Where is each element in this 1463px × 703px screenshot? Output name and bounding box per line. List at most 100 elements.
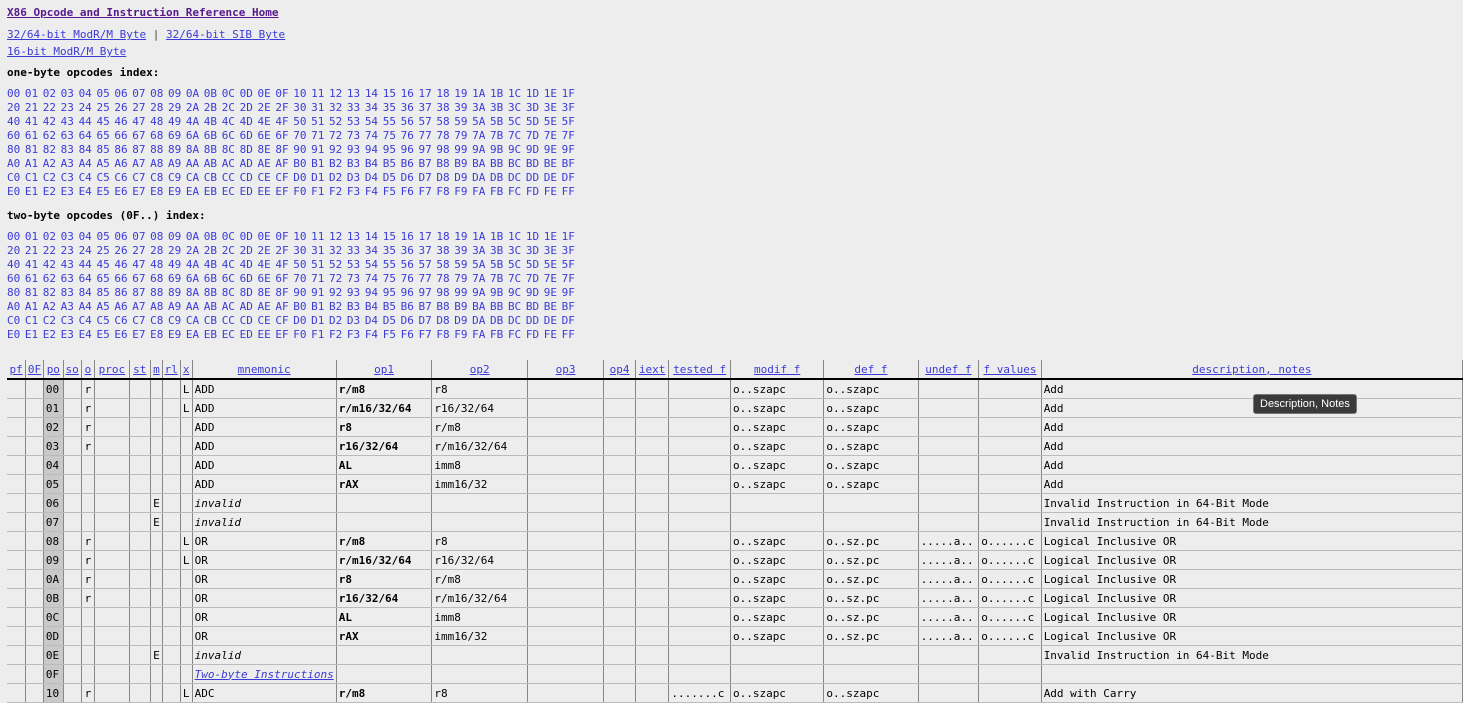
opcode-link[interactable]: A2 <box>43 300 56 313</box>
opcode-link[interactable]: 98 <box>436 286 449 299</box>
opcode-link[interactable]: 70 <box>293 272 306 285</box>
opcode-link[interactable]: FF <box>562 185 575 198</box>
column-header[interactable]: m <box>150 360 163 380</box>
opcode-link[interactable]: 2B <box>204 101 217 114</box>
opcode-link[interactable]: 52 <box>329 115 342 128</box>
opcode-link[interactable]: 1C <box>508 87 521 100</box>
opcode-link[interactable]: B4 <box>365 157 378 170</box>
opcode-link[interactable]: FA <box>472 185 485 198</box>
column-header-link[interactable]: 0F <box>28 363 41 376</box>
opcode-link[interactable]: FF <box>562 328 575 341</box>
opcode-link[interactable]: E5 <box>96 328 109 341</box>
opcode-link[interactable]: 85 <box>96 143 109 156</box>
opcode-link[interactable]: AD <box>240 157 253 170</box>
opcode-link[interactable]: BA <box>472 300 485 313</box>
opcode-link[interactable]: E3 <box>61 328 74 341</box>
opcode-link[interactable]: D9 <box>454 171 467 184</box>
opcode-link[interactable]: C2 <box>43 314 56 327</box>
opcode-link[interactable]: BF <box>562 300 575 313</box>
opcode-link[interactable]: 57 <box>418 258 431 271</box>
opcode-link[interactable]: 5E <box>544 115 557 128</box>
opcode-link[interactable]: E6 <box>114 185 127 198</box>
opcode-link[interactable]: B9 <box>454 300 467 313</box>
opcode-link[interactable]: E4 <box>79 185 92 198</box>
opcode-link[interactable]: D8 <box>436 171 449 184</box>
opcode-link[interactable]: CF <box>275 171 288 184</box>
opcode-link[interactable]: 64 <box>79 272 92 285</box>
opcode-link[interactable]: 9E <box>544 143 557 156</box>
opcode-link[interactable]: 30 <box>293 101 306 114</box>
opcode-link[interactable]: 99 <box>454 143 467 156</box>
opcode-link[interactable]: CA <box>186 314 199 327</box>
opcode-link[interactable]: BD <box>526 300 539 313</box>
column-header[interactable]: undef f <box>918 360 980 380</box>
opcode-link[interactable]: AE <box>257 300 270 313</box>
opcode-link[interactable]: A9 <box>168 157 181 170</box>
opcode-link[interactable]: B8 <box>436 300 449 313</box>
opcode-link[interactable]: 43 <box>61 258 74 271</box>
opcode-link[interactable]: 9B <box>490 143 503 156</box>
opcode-link[interactable]: 65 <box>96 129 109 142</box>
column-header[interactable]: op2 <box>431 360 529 380</box>
opcode-link[interactable]: 9B <box>490 286 503 299</box>
opcode-link[interactable]: 1B <box>490 87 503 100</box>
opcode-link[interactable]: 6F <box>275 129 288 142</box>
opcode-link[interactable]: 74 <box>365 272 378 285</box>
opcode-link[interactable]: F4 <box>365 328 378 341</box>
opcode-link[interactable]: A0 <box>7 300 20 313</box>
opcode-link[interactable]: 67 <box>132 272 145 285</box>
opcode-link[interactable]: DE <box>544 171 557 184</box>
opcode-link[interactable]: 11 <box>311 230 324 243</box>
column-header-link[interactable]: o <box>85 363 92 376</box>
opcode-link[interactable]: 7B <box>490 272 503 285</box>
opcode-link[interactable]: AF <box>275 300 288 313</box>
opcode-link[interactable]: FA <box>472 328 485 341</box>
column-header[interactable]: tested f <box>668 360 731 380</box>
opcode-link[interactable]: D7 <box>418 171 431 184</box>
opcode-link[interactable]: E1 <box>25 185 38 198</box>
opcode-link[interactable]: CB <box>204 314 217 327</box>
opcode-link[interactable]: 7A <box>472 272 485 285</box>
opcode-link[interactable]: 20 <box>7 244 20 257</box>
opcode-link[interactable]: 7A <box>472 129 485 142</box>
opcode-link[interactable]: F5 <box>383 185 396 198</box>
opcode-link[interactable]: FD <box>526 328 539 341</box>
opcode-link[interactable]: E0 <box>7 328 20 341</box>
opcode-link[interactable]: 79 <box>454 129 467 142</box>
opcode-link[interactable]: 6E <box>257 272 270 285</box>
opcode-link[interactable]: 93 <box>347 286 360 299</box>
opcode-link[interactable]: E9 <box>168 328 181 341</box>
opcode-link[interactable]: 63 <box>61 129 74 142</box>
opcode-link[interactable]: 5C <box>508 258 521 271</box>
opcode-link[interactable]: 47 <box>132 258 145 271</box>
opcode-link[interactable]: 6F <box>275 272 288 285</box>
opcode-link[interactable]: 46 <box>114 115 127 128</box>
opcode-link[interactable]: 97 <box>418 143 431 156</box>
opcode-link[interactable]: BC <box>508 157 521 170</box>
opcode-link[interactable]: 64 <box>79 129 92 142</box>
opcode-link[interactable]: 27 <box>132 244 145 257</box>
opcode-link[interactable]: A8 <box>150 157 163 170</box>
opcode-link[interactable]: 69 <box>168 129 181 142</box>
opcode-link[interactable]: A6 <box>114 300 127 313</box>
column-header[interactable]: op1 <box>336 360 433 380</box>
opcode-link[interactable]: F8 <box>436 328 449 341</box>
opcode-link[interactable]: 0D <box>240 230 253 243</box>
opcode-link[interactable]: 28 <box>150 101 163 114</box>
opcode-link[interactable]: CE <box>257 314 270 327</box>
opcode-link[interactable]: 97 <box>418 286 431 299</box>
opcode-link[interactable]: 16 <box>401 230 414 243</box>
opcode-link[interactable]: 9E <box>544 286 557 299</box>
opcode-link[interactable]: A4 <box>79 157 92 170</box>
opcode-link[interactable]: 3C <box>508 101 521 114</box>
column-header-link[interactable]: so <box>65 363 78 376</box>
opcode-link[interactable]: F0 <box>293 185 306 198</box>
opcode-link[interactable]: 74 <box>365 129 378 142</box>
opcode-link[interactable]: 90 <box>293 286 306 299</box>
opcode-link[interactable]: 2D <box>240 244 253 257</box>
opcode-link[interactable]: 1E <box>544 230 557 243</box>
opcode-link[interactable]: 75 <box>383 129 396 142</box>
opcode-link[interactable]: 90 <box>293 143 306 156</box>
opcode-link[interactable]: B3 <box>347 300 360 313</box>
opcode-link[interactable]: 34 <box>365 101 378 114</box>
